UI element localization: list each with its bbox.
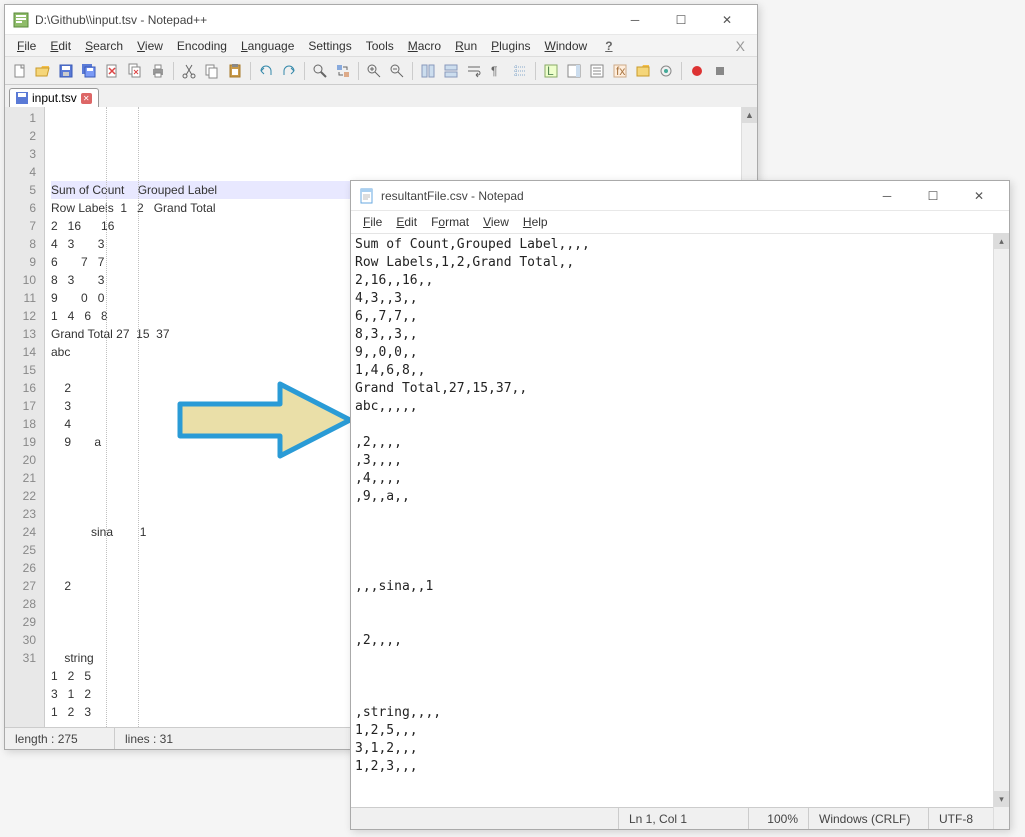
npp-titlebar[interactable]: D:\Github\\input.tsv - Notepad++ ─ ☐ ✕: [5, 5, 757, 35]
menu-search[interactable]: Search: [79, 37, 129, 55]
toolbar-separator: [358, 62, 359, 80]
menu-language[interactable]: Language: [235, 37, 300, 55]
toolbar-separator: [304, 62, 305, 80]
wrap-icon[interactable]: [463, 60, 485, 82]
zoomout-icon[interactable]: [386, 60, 408, 82]
doclist-icon[interactable]: [586, 60, 608, 82]
scroll-down-icon[interactable]: ▾: [994, 791, 1009, 807]
allchars-icon[interactable]: ¶: [486, 60, 508, 82]
menu-help[interactable]: ?: [599, 37, 618, 55]
menu-settings[interactable]: Settings: [302, 37, 357, 55]
close-button[interactable]: ✕: [957, 182, 1001, 210]
paste-icon[interactable]: [224, 60, 246, 82]
np-menu-help[interactable]: Help: [517, 213, 554, 231]
toolbar-separator: [250, 62, 251, 80]
notepadpp-icon: [13, 12, 29, 28]
npp-title: D:\Github\\input.tsv - Notepad++: [35, 13, 613, 27]
close-doc-icon[interactable]: [101, 60, 123, 82]
minimize-button[interactable]: ─: [613, 6, 657, 34]
status-length: length : 275: [5, 728, 115, 749]
toolbar-separator: [173, 62, 174, 80]
minimize-button[interactable]: ─: [865, 182, 909, 210]
docmap-icon[interactable]: [563, 60, 585, 82]
np-title: resultantFile.csv - Notepad: [381, 189, 865, 203]
sync-h-icon[interactable]: [440, 60, 462, 82]
save-tab-icon: [16, 92, 28, 104]
record-icon[interactable]: [686, 60, 708, 82]
indent-guide: [138, 107, 139, 727]
indent-guide-icon[interactable]: [509, 60, 531, 82]
find-icon[interactable]: [309, 60, 331, 82]
new-icon[interactable]: [9, 60, 31, 82]
menu-edit[interactable]: Edit: [44, 37, 77, 55]
scroll-up-icon[interactable]: ▴: [994, 233, 1009, 249]
tab-label: input.tsv: [32, 91, 77, 105]
menu-tools[interactable]: Tools: [360, 37, 400, 55]
stop-icon[interactable]: [709, 60, 731, 82]
saveall-icon[interactable]: [78, 60, 100, 82]
np-status-pos: Ln 1, Col 1: [619, 808, 749, 829]
np-menu-edit[interactable]: Edit: [390, 213, 423, 231]
cut-icon[interactable]: [178, 60, 200, 82]
np-menubar: File Edit Format View Help: [351, 211, 1009, 233]
menu-encoding[interactable]: Encoding: [171, 37, 233, 55]
copy-icon[interactable]: [201, 60, 223, 82]
npp-menubar: File Edit Search View Encoding Language …: [5, 35, 757, 57]
tab-input-tsv[interactable]: input.tsv ✕: [9, 88, 99, 107]
npp-tabbar: input.tsv ✕: [5, 85, 757, 107]
redo-icon[interactable]: [278, 60, 300, 82]
notepad-icon: [359, 188, 375, 204]
monitor-icon[interactable]: [655, 60, 677, 82]
menu-window[interactable]: Window: [539, 37, 594, 55]
open-icon[interactable]: [32, 60, 54, 82]
np-menu-format[interactable]: Format: [425, 213, 475, 231]
funclist-icon[interactable]: fx: [609, 60, 631, 82]
maximize-button[interactable]: ☐: [911, 182, 955, 210]
np-menu-view[interactable]: View: [477, 213, 515, 231]
scroll-up-icon[interactable]: ▲: [742, 107, 757, 123]
toolbar-separator: [681, 62, 682, 80]
close-button[interactable]: ✕: [705, 6, 749, 34]
np-text-area[interactable]: Sum of Count,Grouped Label,,,, Row Label…: [351, 233, 1009, 807]
np-window-controls: ─ ☐ ✕: [865, 182, 1001, 210]
npp-window-controls: ─ ☐ ✕: [613, 6, 749, 34]
undo-icon[interactable]: [255, 60, 277, 82]
menu-file[interactable]: File: [11, 37, 42, 55]
np-titlebar[interactable]: resultantFile.csv - Notepad ─ ☐ ✕: [351, 181, 1009, 211]
replace-icon[interactable]: [332, 60, 354, 82]
notepad-window: resultantFile.csv - Notepad ─ ☐ ✕ File E…: [350, 180, 1010, 830]
folder-ws-icon[interactable]: [632, 60, 654, 82]
line-number-gutter: 1234567891011121314151617181920212223242…: [5, 107, 45, 727]
status-spacer: [351, 808, 619, 829]
menu-macro[interactable]: Macro: [402, 37, 447, 55]
sync-v-icon[interactable]: [417, 60, 439, 82]
menu-run[interactable]: Run: [449, 37, 483, 55]
closeall-icon[interactable]: [124, 60, 146, 82]
zoomin-icon[interactable]: [363, 60, 385, 82]
np-status-zoom: 100%: [749, 808, 809, 829]
arrow-annotation: [170, 376, 360, 464]
svg-text:¶: ¶: [491, 64, 497, 78]
save-icon[interactable]: [55, 60, 77, 82]
np-vertical-scrollbar[interactable]: ▴ ▾: [993, 233, 1009, 829]
udl-icon[interactable]: L: [540, 60, 562, 82]
menu-plugins[interactable]: Plugins: [485, 37, 536, 55]
menu-close-x[interactable]: X: [730, 38, 751, 54]
print-icon[interactable]: [147, 60, 169, 82]
np-menu-file[interactable]: File: [357, 213, 388, 231]
menu-view[interactable]: View: [131, 37, 169, 55]
tab-close-icon[interactable]: ✕: [81, 93, 92, 104]
np-status-eol: Windows (CRLF): [809, 808, 929, 829]
svg-text:fx: fx: [616, 64, 625, 78]
np-statusbar: Ln 1, Col 1 100% Windows (CRLF) UTF-8: [351, 807, 1009, 829]
svg-text:L: L: [547, 64, 554, 78]
npp-toolbar: ¶ L fx: [5, 57, 757, 85]
indent-guide: [106, 107, 107, 727]
toolbar-separator: [535, 62, 536, 80]
maximize-button[interactable]: ☐: [659, 6, 703, 34]
toolbar-separator: [412, 62, 413, 80]
